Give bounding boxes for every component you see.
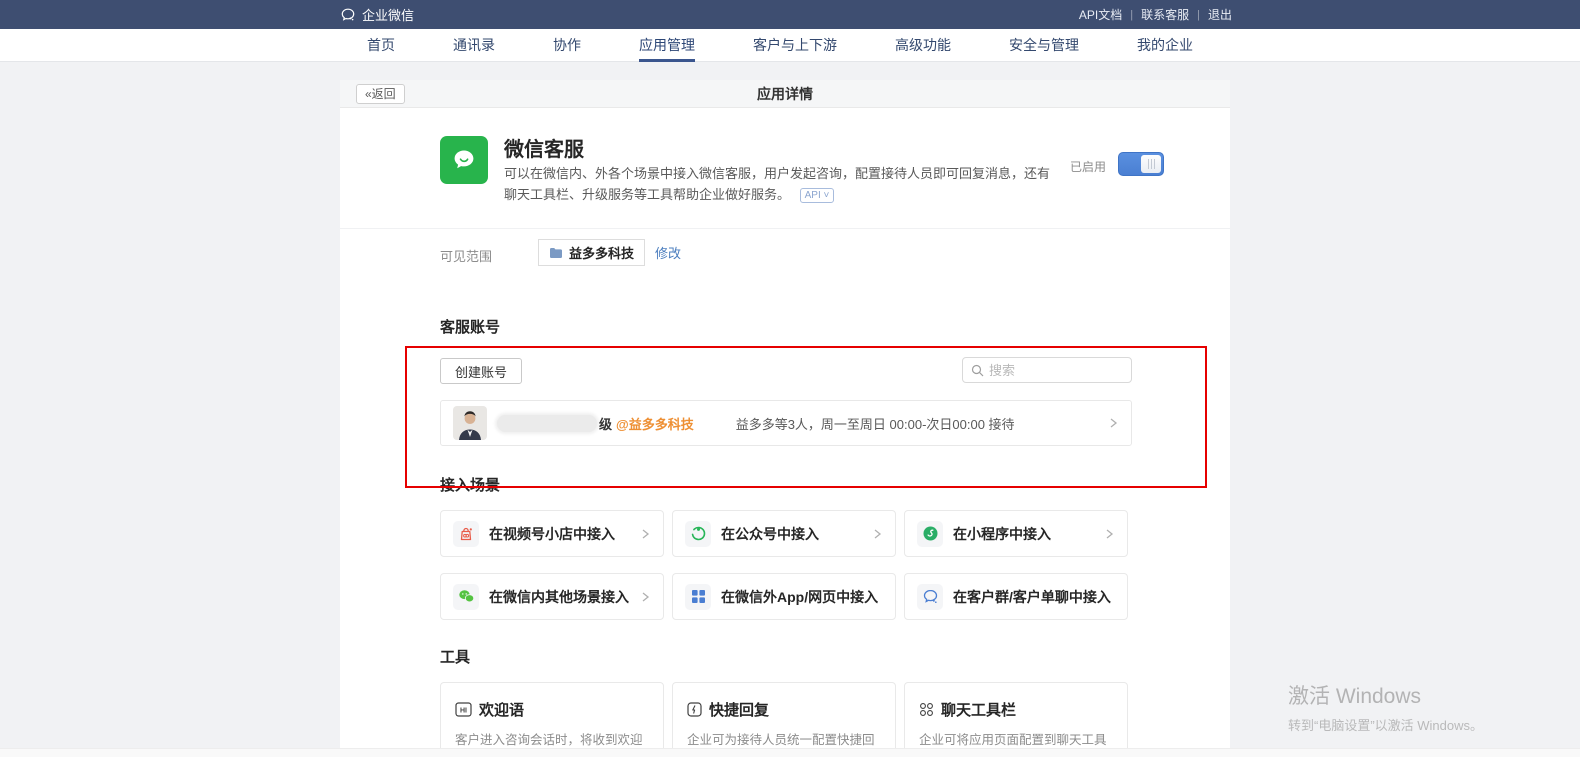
scene-label: 在公众号中接入	[721, 524, 819, 544]
svg-text:HI: HI	[460, 708, 467, 715]
group-chat-icon	[917, 584, 943, 610]
app-detail-panel: «返回 应用详情 微信客服 可以在微信内、外各个场景中接入微信客服，用户发起咨询…	[340, 80, 1230, 757]
screen: 企业微信 API文档 | 联系客服 | 退出 首页 通讯录 协作 应用管理 客户…	[0, 0, 1580, 757]
nav-home[interactable]: 首页	[365, 29, 397, 62]
app-enabled-toggle[interactable]	[1118, 152, 1164, 176]
back-button[interactable]: «返回	[356, 84, 405, 104]
wechat-icon	[453, 584, 479, 610]
wechat-kefu-app-icon	[440, 136, 488, 184]
channels-shop-icon	[453, 521, 479, 547]
nav-advanced[interactable]: 高级功能	[893, 29, 953, 62]
miniprogram-icon	[917, 521, 943, 547]
horizontal-scrollbar[interactable]	[0, 748, 1580, 757]
create-account-button[interactable]: 创建账号	[440, 358, 522, 384]
toggle-knob	[1141, 155, 1161, 173]
nav-my-company[interactable]: 我的企业	[1135, 29, 1195, 62]
watermark-line2: 转到“电脑设置”以激活 Windows。	[1288, 715, 1483, 734]
tool-card-welcome: HI 欢迎语 客户进入咨询会话时，将收到欢迎语。欢迎语支持添加常见问答，添加后将…	[440, 682, 664, 757]
contact-support-link[interactable]: 联系客服	[1141, 6, 1189, 23]
panel-header: «返回 应用详情	[340, 80, 1230, 108]
official-account-icon	[685, 521, 711, 547]
scene-label: 在微信内其他场景接入	[489, 587, 629, 607]
api-docs-link[interactable]: API文档	[1079, 6, 1122, 23]
scene-label: 在客户群/客户单聊中接入	[953, 587, 1111, 607]
nav-app-management[interactable]: 应用管理	[637, 29, 697, 62]
divider	[340, 228, 1230, 229]
scene-card-channels-shop[interactable]: 在视频号小店中接入	[440, 510, 664, 557]
account-search-box	[962, 357, 1132, 383]
chat-toolbar-icon	[919, 702, 934, 717]
tools-section-title: 工具	[440, 646, 470, 667]
account-avatar	[453, 406, 487, 440]
account-schedule: 益多多等3人，周一至周日 00:00-次日00:00 接待	[736, 414, 1015, 433]
tool-title: 欢迎语	[479, 699, 524, 720]
visible-range-value: 益多多科技	[569, 243, 634, 262]
scene-grid: 在视频号小店中接入 在公众号中接入	[440, 510, 1128, 620]
kefu-account-row[interactable]: 级 @益多多科技 益多多等3人，周一至周日 00:00-次日00:00 接待	[440, 400, 1132, 446]
scene-card-customer-chat[interactable]: 在客户群/客户单聊中接入	[904, 573, 1128, 620]
tool-card-quick-reply: 快捷回复 企业可为接待人员统一配置快捷回复，接待人员还可自己添加。添加后，接待人…	[672, 682, 896, 757]
quick-reply-icon	[687, 702, 702, 717]
accounts-section-title: 客服账号	[440, 316, 500, 337]
scene-card-official-account[interactable]: 在公众号中接入	[672, 510, 896, 557]
scene-card-wechat-other[interactable]: 在微信内其他场景接入	[440, 573, 664, 620]
topbar-links: API文档 | 联系客服 | 退出	[1079, 6, 1232, 23]
brand: 企业微信	[340, 5, 414, 24]
app-grid-icon	[685, 584, 711, 610]
tool-title: 聊天工具栏	[941, 699, 1016, 720]
account-name: 级 @益多多科技	[497, 414, 694, 433]
chevron-right-icon	[639, 591, 651, 603]
app-description-text: 可以在微信内、外各个场景中接入微信客服，用户发起咨询，配置接待人员即可回复消息，…	[504, 166, 1050, 202]
scene-card-external-app[interactable]: 在微信外App/网页中接入	[672, 573, 896, 620]
scenes-section-title: 接入场景	[440, 474, 500, 495]
account-name-visible: 级	[599, 414, 612, 433]
scene-label: 在视频号小店中接入	[489, 524, 615, 544]
page-title: 应用详情	[340, 80, 1230, 108]
search-icon	[971, 364, 984, 377]
tool-grid: HI 欢迎语 客户进入咨询会话时，将收到欢迎语。欢迎语支持添加常见问答，添加后将…	[440, 682, 1128, 757]
separator: |	[1197, 9, 1200, 21]
wecom-logo-icon	[340, 7, 356, 23]
scene-label: 在微信外App/网页中接入	[721, 587, 878, 607]
chevron-right-icon	[639, 528, 651, 540]
tool-card-chat-toolbar: 聊天工具栏 企业可将应用页面配置到聊天工具栏，方便接待人员在客服聊天中查看和使用…	[904, 682, 1128, 757]
nav-collaboration[interactable]: 协作	[551, 29, 583, 62]
chevron-right-icon	[871, 528, 883, 540]
watermark-line1: 激活 Windows	[1288, 680, 1483, 710]
visible-range-chip: 益多多科技	[538, 239, 645, 266]
app-description: 可以在微信内、外各个场景中接入微信客服，用户发起咨询，配置接待人员即可回复消息，…	[504, 163, 1052, 205]
windows-activation-watermark: 激活 Windows 转到“电脑设置”以激活 Windows。	[1288, 680, 1483, 734]
account-search-input[interactable]	[989, 363, 1119, 378]
tool-title: 快捷回复	[709, 699, 769, 720]
api-dropdown-badge[interactable]: API ˅	[800, 188, 835, 203]
topbar: 企业微信 API文档 | 联系客服 | 退出	[0, 0, 1580, 29]
enabled-status-label: 已启用	[1070, 158, 1106, 175]
scene-label: 在小程序中接入	[953, 524, 1051, 544]
welcome-icon: HI	[455, 702, 472, 717]
nav-contacts[interactable]: 通讯录	[451, 29, 497, 62]
app-name: 微信客服	[504, 133, 584, 162]
visible-range-label: 可见范围	[440, 246, 492, 265]
logout-link[interactable]: 退出	[1208, 6, 1232, 23]
account-mention: @益多多科技	[616, 414, 694, 433]
folder-icon	[549, 247, 563, 259]
redacted-name-blur	[497, 415, 597, 432]
main-nav: 首页 通讯录 协作 应用管理 客户与上下游 高级功能 安全与管理 我的企业	[0, 29, 1580, 62]
edit-visible-range-link[interactable]: 修改	[655, 243, 681, 262]
chevron-right-icon	[1103, 528, 1115, 540]
brand-label: 企业微信	[362, 5, 414, 24]
scene-card-miniprogram[interactable]: 在小程序中接入	[904, 510, 1128, 557]
nav-customers[interactable]: 客户与上下游	[751, 29, 839, 62]
separator: |	[1130, 9, 1133, 21]
nav-security[interactable]: 安全与管理	[1007, 29, 1081, 62]
chevron-right-icon	[1107, 417, 1119, 429]
